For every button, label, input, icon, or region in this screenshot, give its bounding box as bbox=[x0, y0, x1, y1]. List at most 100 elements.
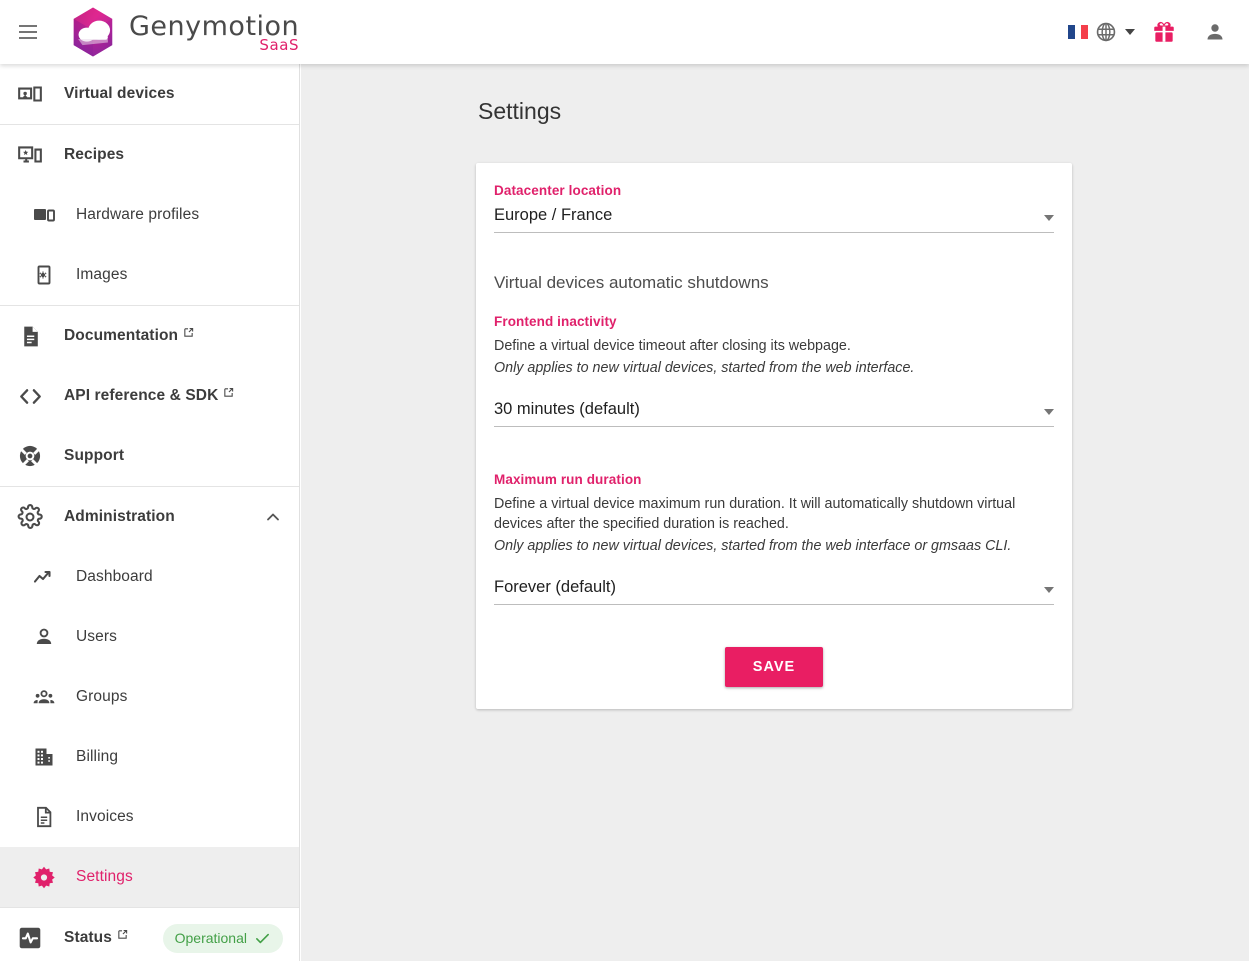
sidebar-group: Virtual devices bbox=[0, 64, 299, 125]
dropdown-caret-icon bbox=[1044, 586, 1054, 593]
status-badge-label: Operational bbox=[174, 930, 247, 946]
frontend-inactivity-label: Frontend inactivity bbox=[494, 314, 617, 329]
sidebar-item-label: Administration bbox=[64, 508, 175, 525]
sidebar-item-label: Virtual devices bbox=[64, 85, 175, 102]
recipes-desktop-mobile-star-icon bbox=[16, 141, 44, 169]
devices-icon bbox=[16, 80, 44, 108]
chevron-down-icon bbox=[1125, 29, 1135, 35]
phone-gear-icon bbox=[32, 263, 56, 287]
frontend-inactivity-value: 30 minutes (default) bbox=[494, 400, 640, 419]
person-icon bbox=[32, 625, 56, 649]
sidebar-item-label: Documentation bbox=[64, 327, 179, 344]
invoice-document-icon bbox=[32, 805, 56, 829]
save-button-row: SAVE bbox=[494, 646, 1054, 687]
maximum-run-duration-field: Maximum run duration Define a virtual de… bbox=[494, 472, 1054, 605]
hamburger-line bbox=[19, 37, 37, 39]
genymotion-cloud-hexagon-logo-icon bbox=[73, 7, 113, 57]
sidebar-item-label: API reference & SDK bbox=[64, 387, 219, 404]
sidebar-item-virtual-devices[interactable]: Virtual devices bbox=[0, 64, 299, 124]
sidebar-item-invoices[interactable]: Invoices bbox=[0, 787, 299, 847]
sidebar-group: Documentation API reference & SDK Suppor… bbox=[0, 306, 299, 487]
sidebar-item-label: Images bbox=[76, 266, 128, 283]
lifebuoy-icon bbox=[16, 442, 44, 470]
dropdown-caret-icon bbox=[1044, 215, 1054, 221]
account-button[interactable] bbox=[1195, 14, 1235, 50]
code-brackets-icon bbox=[16, 382, 44, 410]
language-selector[interactable] bbox=[1064, 15, 1139, 49]
frontend-inactivity-description: Define a virtual device timeout after cl… bbox=[494, 338, 851, 354]
sidebar-item-administration[interactable]: Administration bbox=[0, 487, 299, 547]
app-root: Genymotion SaaS Virtual devices Recipes … bbox=[0, 0, 1249, 961]
sidebar-item-label: Status bbox=[64, 929, 112, 946]
datacenter-location-select[interactable]: Europe / France bbox=[494, 206, 1054, 233]
people-group-icon bbox=[32, 685, 56, 709]
external-link-icon bbox=[183, 327, 194, 338]
globe-icon bbox=[1096, 22, 1116, 42]
gear-icon bbox=[16, 503, 44, 531]
external-link-icon bbox=[117, 929, 128, 940]
page-title: Settings bbox=[478, 98, 562, 124]
sidebar-item-dashboard[interactable]: Dashboard bbox=[0, 547, 299, 607]
sidebar-item-label: Groups bbox=[76, 688, 128, 705]
external-link-icon bbox=[223, 387, 234, 398]
sidebar-item-label: Recipes bbox=[64, 146, 125, 163]
sidebar-item-label: Settings bbox=[76, 868, 133, 885]
sidebar-item-groups[interactable]: Groups bbox=[0, 667, 299, 727]
sidebar-group: Recipes Hardware profiles Images bbox=[0, 125, 299, 306]
settings-card: Datacenter location Europe / France Virt… bbox=[476, 163, 1072, 709]
gift-icon bbox=[1154, 21, 1174, 42]
save-button[interactable]: SAVE bbox=[724, 646, 824, 687]
main-content: Settings Datacenter location Europe / Fr… bbox=[301, 64, 1249, 961]
gear-filled-icon bbox=[32, 865, 56, 889]
shutdowns-section-title: Virtual devices automatic shutdowns bbox=[494, 273, 769, 292]
gift-button[interactable] bbox=[1139, 13, 1189, 51]
sidebar-item-label: Users bbox=[76, 628, 117, 645]
brand-logo[interactable]: Genymotion SaaS bbox=[65, 4, 299, 60]
hamburger-line bbox=[19, 31, 37, 33]
sidebar-item-label: Support bbox=[64, 447, 125, 464]
maximum-run-duration-label: Maximum run duration bbox=[494, 472, 642, 488]
trending-up-icon bbox=[32, 565, 56, 589]
sidebar-item-hardware-profiles[interactable]: Hardware profiles bbox=[0, 185, 299, 245]
top-bar-actions bbox=[1064, 13, 1249, 51]
flag-france-icon bbox=[1068, 25, 1088, 39]
sidebar-item-users[interactable]: Users bbox=[0, 607, 299, 667]
datacenter-location-label: Datacenter location bbox=[494, 183, 622, 198]
maximum-run-duration-select[interactable]: Forever (default) bbox=[494, 578, 1054, 605]
maximum-run-duration-note: Only applies to new virtual devices, sta… bbox=[494, 537, 1012, 554]
tablet-phone-icon bbox=[32, 203, 56, 227]
maximum-run-duration-description: Define a virtual device maximum run dura… bbox=[494, 496, 1016, 532]
status-badge: Operational bbox=[162, 923, 283, 953]
sidebar-item-billing[interactable]: Billing bbox=[0, 727, 299, 787]
sidebar-item-images[interactable]: Images bbox=[0, 245, 299, 305]
sidebar-item-support[interactable]: Support bbox=[0, 426, 299, 486]
sidebar-item-documentation[interactable]: Documentation bbox=[0, 306, 299, 366]
sidebar-item-label: Billing bbox=[76, 748, 119, 765]
maximum-run-duration-value: Forever (default) bbox=[494, 577, 616, 596]
datacenter-location-value: Europe / France bbox=[494, 206, 613, 224]
chevron-up-icon[interactable] bbox=[263, 507, 283, 527]
person-account-icon bbox=[1207, 24, 1223, 40]
frontend-inactivity-select[interactable]: 30 minutes (default) bbox=[494, 400, 1054, 428]
document-icon bbox=[16, 322, 44, 350]
hamburger-line bbox=[19, 25, 37, 27]
sidebar-item-label: Dashboard bbox=[76, 568, 153, 585]
sidebar-item-label: Hardware profiles bbox=[76, 206, 200, 223]
hamburger-menu-icon[interactable] bbox=[8, 12, 48, 52]
top-bar: Genymotion SaaS bbox=[0, 0, 1249, 64]
pulse-activity-icon bbox=[16, 924, 44, 952]
sidebar-item-status[interactable]: Status Operational bbox=[0, 908, 299, 961]
sidebar: Virtual devices Recipes Hardware profile… bbox=[0, 64, 300, 961]
datacenter-location-field: Datacenter location Europe / France bbox=[494, 183, 1054, 233]
building-icon bbox=[32, 745, 56, 769]
frontend-inactivity-field: Frontend inactivity Define a virtual dev… bbox=[494, 314, 1054, 428]
sidebar-item-settings[interactable]: Settings bbox=[0, 847, 299, 907]
sidebar-item-api-reference-sdk[interactable]: API reference & SDK bbox=[0, 366, 299, 426]
frontend-inactivity-note: Only applies to new virtual devices, sta… bbox=[494, 360, 915, 377]
dropdown-caret-icon bbox=[1044, 409, 1054, 416]
sidebar-item-label: Invoices bbox=[76, 808, 134, 825]
brand-wordmark: Genymotion SaaS bbox=[129, 13, 299, 53]
check-icon bbox=[256, 933, 269, 943]
sidebar-item-recipes[interactable]: Recipes bbox=[0, 125, 299, 185]
sidebar-group: Administration Dashboard Users Groups Bi… bbox=[0, 487, 299, 908]
